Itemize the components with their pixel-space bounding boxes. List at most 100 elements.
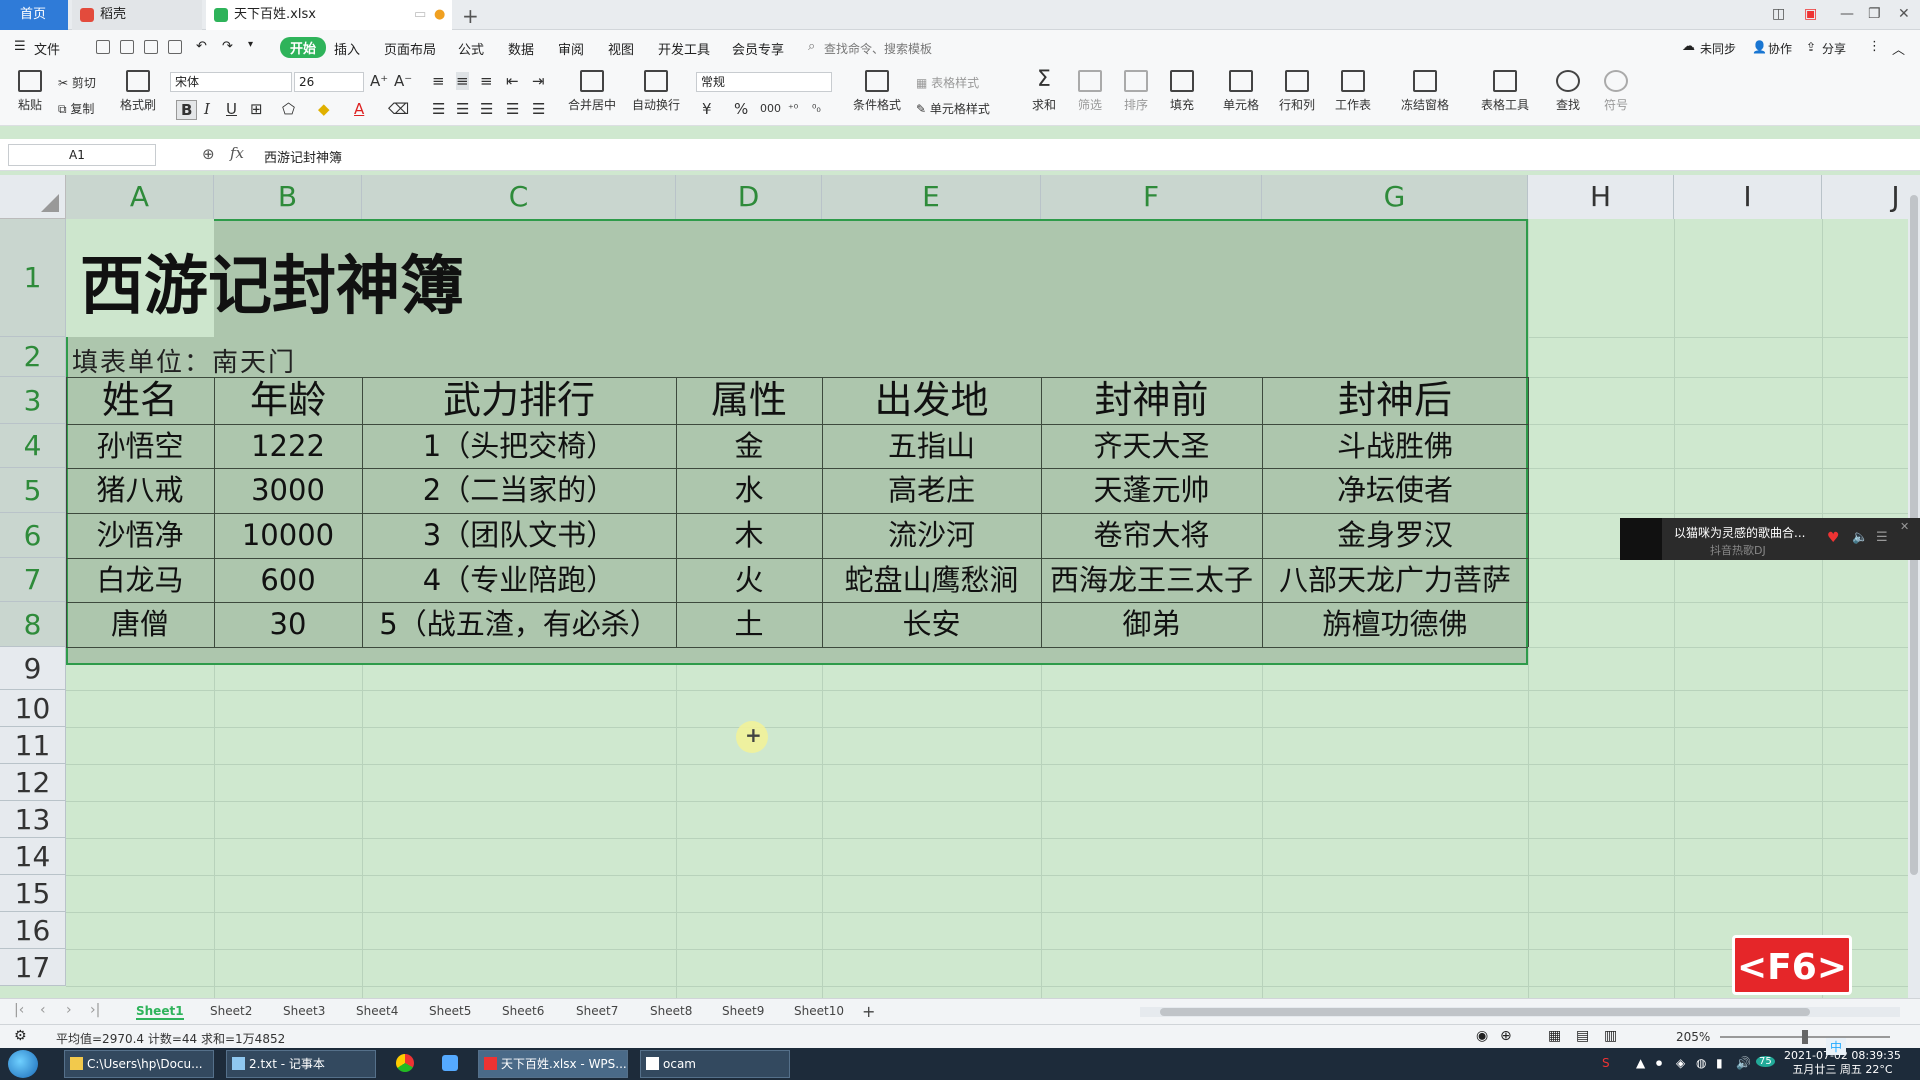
row-header-5[interactable]: 5 bbox=[0, 468, 66, 513]
font-family-select[interactable]: 宋体 bbox=[170, 72, 292, 92]
increase-decimal-icon[interactable]: ⁺⁰ bbox=[788, 102, 798, 115]
underline-button[interactable]: U bbox=[226, 100, 237, 118]
page-layout-view-icon[interactable]: ▤ bbox=[1576, 1028, 1589, 1044]
freeze-panes-button[interactable]: 冻结窗格 bbox=[1390, 66, 1460, 113]
data-cell[interactable]: 火 bbox=[676, 558, 822, 602]
paste-button[interactable]: 粘贴 bbox=[0, 66, 60, 113]
input-mode-icon[interactable]: ⊕ bbox=[1500, 1028, 1512, 1044]
table-style-button[interactable]: ▦ 表格样式 bbox=[916, 74, 979, 91]
fx-icon[interactable]: fx bbox=[230, 144, 244, 162]
data-cell[interactable]: 3000 bbox=[214, 468, 362, 513]
column-header-e[interactable]: E bbox=[822, 175, 1041, 219]
row-header-13[interactable]: 13 bbox=[0, 801, 66, 838]
merge-center-button[interactable]: 合并居中 bbox=[562, 66, 622, 113]
music-popup[interactable]: 以猫咪为灵感的歌曲合... 抖音热歌DJ ♥ 🔈 ☰ ✕ bbox=[1620, 518, 1920, 560]
header-cell[interactable]: 姓名 bbox=[66, 377, 214, 424]
row-header-1[interactable]: 1 bbox=[0, 219, 66, 337]
header-cell[interactable]: 年龄 bbox=[214, 377, 362, 424]
heart-icon[interactable]: ♥ bbox=[1827, 530, 1840, 546]
hamburger-icon[interactable]: ☰ bbox=[14, 39, 26, 54]
column-header-a[interactable]: A bbox=[66, 175, 214, 219]
row-header-14[interactable]: 14 bbox=[0, 838, 66, 875]
tray-wps-icon[interactable]: S bbox=[1602, 1056, 1610, 1070]
indent-increase-icon[interactable]: ⇥ bbox=[532, 72, 545, 90]
data-cell[interactable]: 齐天大圣 bbox=[1041, 424, 1262, 468]
menu-data[interactable]: 数据 bbox=[508, 39, 534, 58]
decrease-decimal-icon[interactable]: ⁰₀ bbox=[812, 102, 821, 115]
tray-volume-icon[interactable]: 🔊 bbox=[1736, 1056, 1751, 1070]
collapse-ribbon-icon[interactable]: ︿ bbox=[1892, 39, 1905, 58]
data-cell[interactable]: 流沙河 bbox=[822, 513, 1041, 558]
row-header-8[interactable]: 8 bbox=[0, 602, 66, 647]
formula-input[interactable]: 西游记封神簿 bbox=[264, 147, 342, 166]
app-icon[interactable] bbox=[442, 1055, 458, 1071]
sheet-tab-5[interactable]: Sheet5 bbox=[429, 1004, 471, 1018]
sheet-tab-2[interactable]: Sheet2 bbox=[210, 1004, 252, 1018]
start-button[interactable] bbox=[8, 1050, 38, 1078]
row-header-2[interactable]: 2 bbox=[0, 337, 66, 377]
column-header-g[interactable]: G bbox=[1262, 175, 1528, 219]
eye-protect-icon[interactable]: ◉ bbox=[1476, 1028, 1488, 1044]
select-all-corner[interactable] bbox=[0, 175, 66, 219]
share-button[interactable]: 分享 bbox=[1822, 40, 1846, 57]
data-cell[interactable]: 白龙马 bbox=[66, 558, 214, 602]
prev-sheet-icon[interactable]: ‹ bbox=[40, 1002, 46, 1018]
header-cell[interactable]: 属性 bbox=[676, 377, 822, 424]
reading-view-icon[interactable]: ▥ bbox=[1604, 1028, 1617, 1044]
sheet-tab-4[interactable]: Sheet4 bbox=[356, 1004, 398, 1018]
vertical-scrollbar[interactable] bbox=[1908, 175, 1920, 998]
align-bottom-icon[interactable]: ≡ bbox=[480, 72, 493, 90]
tray-app-icon[interactable]: ◈ bbox=[1676, 1056, 1685, 1070]
sheet-tab-9[interactable]: Sheet9 bbox=[722, 1004, 764, 1018]
tab-daoke[interactable]: 稻壳 bbox=[72, 0, 202, 30]
font-size-select[interactable]: 26 bbox=[294, 72, 364, 92]
tray-chat-icon[interactable]: ◍ bbox=[1696, 1056, 1706, 1070]
align-top-icon[interactable]: ≡ bbox=[432, 72, 445, 90]
column-header-c[interactable]: C bbox=[362, 175, 676, 219]
print-icon[interactable] bbox=[144, 40, 158, 54]
sheet-tab-6[interactable]: Sheet6 bbox=[502, 1004, 544, 1018]
name-box[interactable]: A1 bbox=[8, 144, 156, 166]
more-icon[interactable]: ⋮ bbox=[1868, 39, 1881, 54]
macro-icon[interactable]: ⚙ bbox=[14, 1028, 27, 1044]
row-header-16[interactable]: 16 bbox=[0, 912, 66, 949]
header-cell[interactable]: 封神后 bbox=[1262, 377, 1528, 424]
print-preview-icon[interactable] bbox=[168, 40, 182, 54]
row-header-4[interactable]: 4 bbox=[0, 424, 66, 468]
horizontal-scrollbar[interactable] bbox=[1140, 1007, 1900, 1017]
cut-button[interactable]: ✂ 剪切 bbox=[58, 74, 96, 91]
data-cell[interactable]: 沙悟净 bbox=[66, 513, 214, 558]
data-cell[interactable]: 30 bbox=[214, 602, 362, 647]
cond-format-button[interactable]: 条件格式 bbox=[846, 66, 908, 113]
task-explorer[interactable]: C:\Users\hp\Docu... bbox=[64, 1050, 214, 1078]
row-header-10[interactable]: 10 bbox=[0, 690, 66, 727]
data-cell[interactable]: 八部天龙广力菩萨 bbox=[1262, 558, 1528, 602]
restore-icon[interactable]: ❐ bbox=[1868, 6, 1881, 22]
shape-icon[interactable]: ⬠ bbox=[282, 100, 295, 118]
collab-button[interactable]: 协作 bbox=[1768, 40, 1792, 57]
task-notepad[interactable]: 2.txt - 记事本 bbox=[226, 1050, 376, 1078]
header-cell[interactable]: 封神前 bbox=[1041, 377, 1262, 424]
menu-review[interactable]: 审阅 bbox=[558, 39, 584, 58]
normal-view-icon[interactable]: ▦ bbox=[1548, 1028, 1561, 1044]
data-cell[interactable]: 木 bbox=[676, 513, 822, 558]
distribute-icon[interactable]: ☰ bbox=[532, 100, 545, 118]
data-cell[interactable]: 卷帘大将 bbox=[1041, 513, 1262, 558]
font-color-icon[interactable]: A bbox=[354, 100, 364, 118]
header-cell[interactable]: 武力排行 bbox=[362, 377, 676, 424]
column-header-h[interactable]: H bbox=[1528, 175, 1674, 219]
data-cell[interactable]: 孙悟空 bbox=[66, 424, 214, 468]
menu-dev-tools[interactable]: 开发工具 bbox=[658, 39, 710, 58]
number-format-select[interactable]: 常规 bbox=[696, 72, 832, 92]
menu-start[interactable]: 开始 bbox=[280, 37, 327, 58]
column-header-j[interactable]: J bbox=[1822, 175, 1908, 219]
data-cell[interactable]: 天蓬元帅 bbox=[1041, 468, 1262, 513]
wrap-text-button[interactable]: 自动换行 bbox=[626, 66, 686, 113]
sheet-tab-8[interactable]: Sheet8 bbox=[650, 1004, 692, 1018]
calendar-icon[interactable]: ▣ bbox=[1804, 6, 1817, 22]
data-cell[interactable]: 水 bbox=[676, 468, 822, 513]
menu-insert[interactable]: 插入 bbox=[334, 39, 360, 58]
data-cell[interactable]: 西海龙王三太子 bbox=[1041, 558, 1262, 602]
spreadsheet-grid[interactable]: ABCDEFGHIJ 1 2 3 4 5 6 7 8 9 10 11 12 13 14 15 16 17 西游记… bbox=[0, 175, 1908, 998]
data-cell[interactable]: 1222 bbox=[214, 424, 362, 468]
